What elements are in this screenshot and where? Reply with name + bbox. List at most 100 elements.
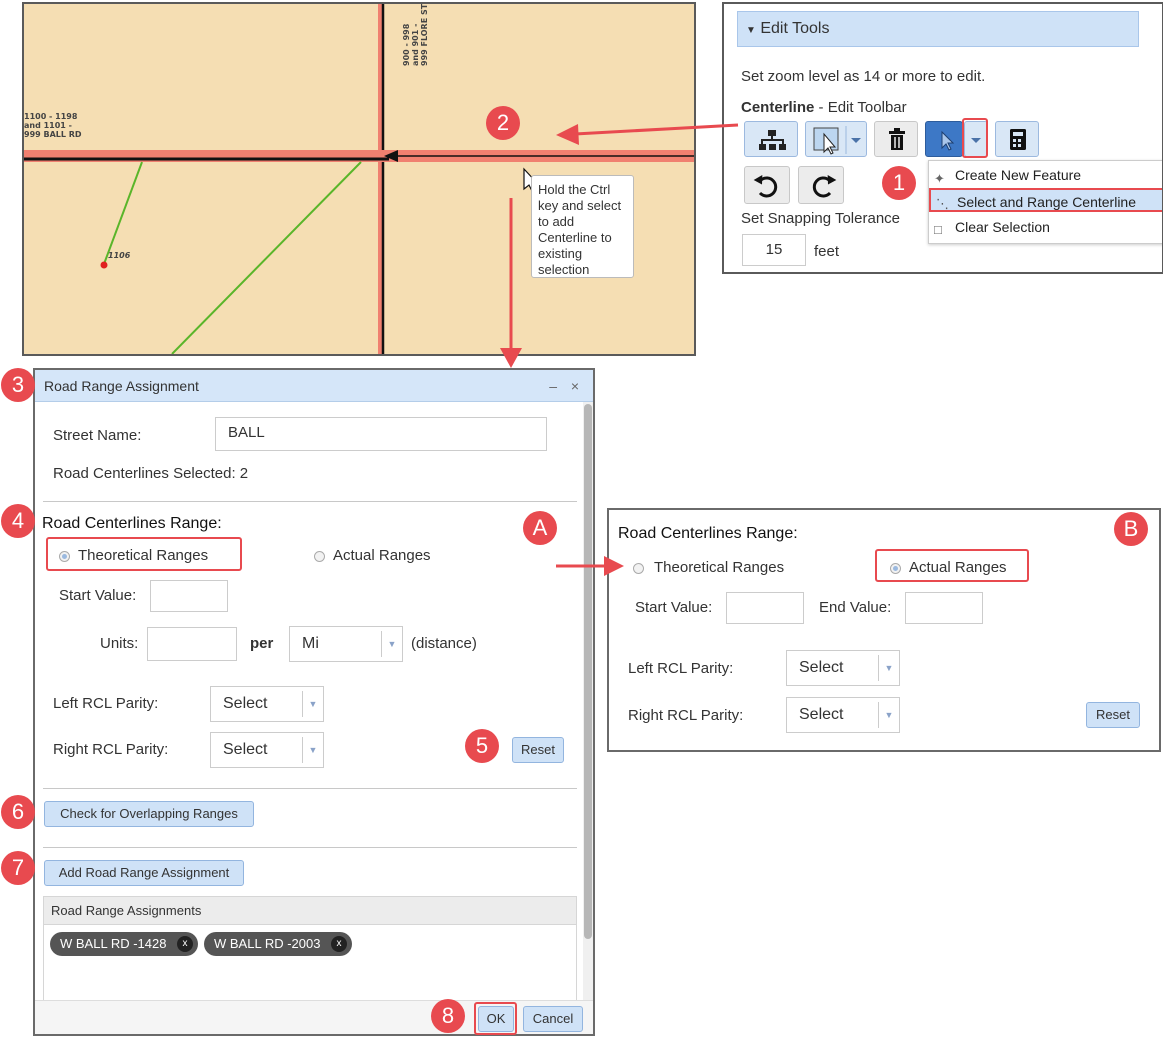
assignment-chip-label: W BALL RD -1428 [60, 936, 167, 951]
step-badge-2: 2 [486, 106, 520, 140]
geometry-tool-button[interactable] [805, 121, 867, 157]
trash-icon [889, 128, 905, 150]
radio-actual-label: Actual Ranges [333, 547, 431, 564]
reset-b-button[interactable]: Reset [1086, 702, 1140, 728]
radio-actual[interactable] [314, 551, 325, 562]
street-name-label: Street Name: [53, 427, 142, 444]
undo-button[interactable] [744, 166, 790, 204]
street-name-input[interactable]: BALL [215, 417, 547, 451]
distance-label: (distance) [411, 635, 477, 652]
left-parity-b-label: Left RCL Parity: [628, 660, 734, 677]
minimize-icon[interactable]: – [549, 370, 557, 402]
units-select-value: Mi [302, 635, 319, 652]
redo-icon [812, 175, 837, 198]
calculator-button[interactable] [995, 121, 1039, 157]
per-label: per [250, 635, 274, 652]
check-overlap-button[interactable]: Check for Overlapping Ranges [44, 801, 254, 827]
chevron-down-icon: ▼ [302, 691, 323, 717]
reset-button[interactable]: Reset [512, 737, 564, 763]
toolbar-title: Centerline - Edit Toolbar [741, 99, 907, 116]
clear-selection-icon: □ [934, 222, 942, 237]
left-parity-select[interactable]: Select ▼ [210, 686, 324, 722]
start-value-b-input[interactable] [726, 592, 804, 624]
divider [43, 847, 577, 848]
left-parity-b-value: Select [799, 659, 844, 676]
highlight-actual [875, 549, 1029, 582]
radio-theoretical-b[interactable] [633, 563, 644, 574]
step-badge-5: 5 [465, 729, 499, 763]
right-parity-b-label: Right RCL Parity: [628, 707, 744, 724]
scroll-thumb[interactable] [584, 404, 592, 939]
dialog-scrollbar[interactable] [583, 402, 593, 1002]
right-parity-label: Right RCL Parity: [53, 741, 169, 758]
cancel-button[interactable]: Cancel [523, 1006, 583, 1032]
range-heading: Road Centerlines Range: [42, 515, 222, 532]
step-badge-4: 4 [1, 504, 35, 538]
chevron-down-icon: ▼ [381, 631, 402, 657]
calculator-icon [1010, 129, 1026, 150]
highlight-dropdown [962, 118, 988, 158]
step-badge-b: B [1114, 512, 1148, 546]
right-parity-value: Select [223, 741, 268, 758]
chevron-down-icon: ▼ [878, 655, 899, 681]
divider [43, 501, 577, 502]
chevron-down-icon: ▼ [878, 702, 899, 728]
map-tooltip: Hold the Ctrl key and select to add Cent… [531, 175, 634, 278]
start-value-label: Start Value: [59, 587, 137, 604]
step-badge-3: 3 [1, 368, 35, 402]
step-badge-a: A [523, 511, 557, 545]
remove-chip-icon[interactable]: x [177, 936, 193, 952]
actual-ranges-panel: Road Centerlines Range: Theoretical Rang… [607, 508, 1161, 752]
right-parity-b-select[interactable]: Select ▼ [786, 697, 900, 733]
menu-item-clear-label: Clear Selection [955, 219, 1050, 235]
end-value-b-input[interactable] [905, 592, 983, 624]
edit-tools-title: Edit Tools [760, 20, 830, 37]
step-badge-1: 1 [882, 166, 916, 200]
delete-button[interactable] [874, 121, 918, 157]
map-label-point: 1106 [108, 251, 131, 260]
left-parity-value: Select [223, 695, 268, 712]
undo-icon [753, 175, 778, 198]
select-cursor-icon [941, 130, 955, 151]
redo-button[interactable] [798, 166, 844, 204]
dialog-title: Road Range Assignment [44, 378, 199, 394]
assignments-list: Road Range Assignments W BALL RD -1428 x… [43, 896, 577, 1006]
units-label: Units: [100, 635, 139, 652]
select-tool-menu: ✦ Create New Feature ⋱ Select and Range … [928, 160, 1162, 244]
add-assignment-button[interactable]: Add Road Range Assignment [44, 860, 244, 886]
map-label-ball-rd: 1100 - 1198 and 1101 - 999 BALL RD [24, 112, 82, 139]
divider [43, 788, 577, 789]
topology-button[interactable] [744, 121, 798, 157]
toolbar-title-layer: Centerline [741, 99, 815, 116]
right-parity-b-value: Select [799, 706, 844, 723]
select-range-icon: ⋱ [936, 196, 949, 211]
menu-item-create-label: Create New Feature [955, 167, 1082, 183]
highlight-theoretical [46, 537, 242, 571]
start-value-input[interactable] [150, 580, 228, 612]
menu-item-select-range[interactable]: ⋱ Select and Range Centerline [929, 188, 1162, 212]
snap-tolerance-input[interactable]: 15 [742, 234, 806, 266]
assignment-chip-label: W BALL RD -2003 [214, 936, 321, 951]
menu-item-create-feature[interactable]: ✦ Create New Feature [929, 163, 1162, 187]
units-select[interactable]: Mi ▼ [289, 626, 403, 662]
remove-chip-icon[interactable]: x [331, 936, 347, 952]
menu-item-select-range-label: Select and Range Centerline [957, 194, 1137, 210]
left-parity-b-select[interactable]: Select ▼ [786, 650, 900, 686]
select-tool-button[interactable] [925, 121, 963, 157]
units-input[interactable] [147, 627, 237, 661]
zoom-note: Set zoom level as 14 or more to edit. [741, 68, 986, 85]
end-value-b-label: End Value: [819, 599, 892, 616]
assignments-header: Road Range Assignments [44, 897, 576, 925]
right-parity-select[interactable]: Select ▼ [210, 732, 324, 768]
edit-tools-header[interactable]: ▼ Edit Tools [737, 11, 1139, 47]
collapse-caret-icon: ▼ [746, 25, 756, 36]
dialog-title-bar[interactable]: Road Range Assignment – × [35, 370, 593, 402]
toolbar-title-suffix: - Edit Toolbar [814, 99, 907, 116]
range-heading-b: Road Centerlines Range: [618, 525, 798, 542]
menu-item-clear-selection[interactable]: □ Clear Selection [929, 215, 1162, 239]
close-icon[interactable]: × [571, 370, 579, 402]
highlight-ok [474, 1002, 517, 1035]
edit-tools-panel: ▼ Edit Tools Set zoom level as 14 or mor… [722, 2, 1163, 274]
chevron-down-icon: ▼ [302, 737, 323, 763]
snap-unit-label: feet [814, 243, 840, 260]
